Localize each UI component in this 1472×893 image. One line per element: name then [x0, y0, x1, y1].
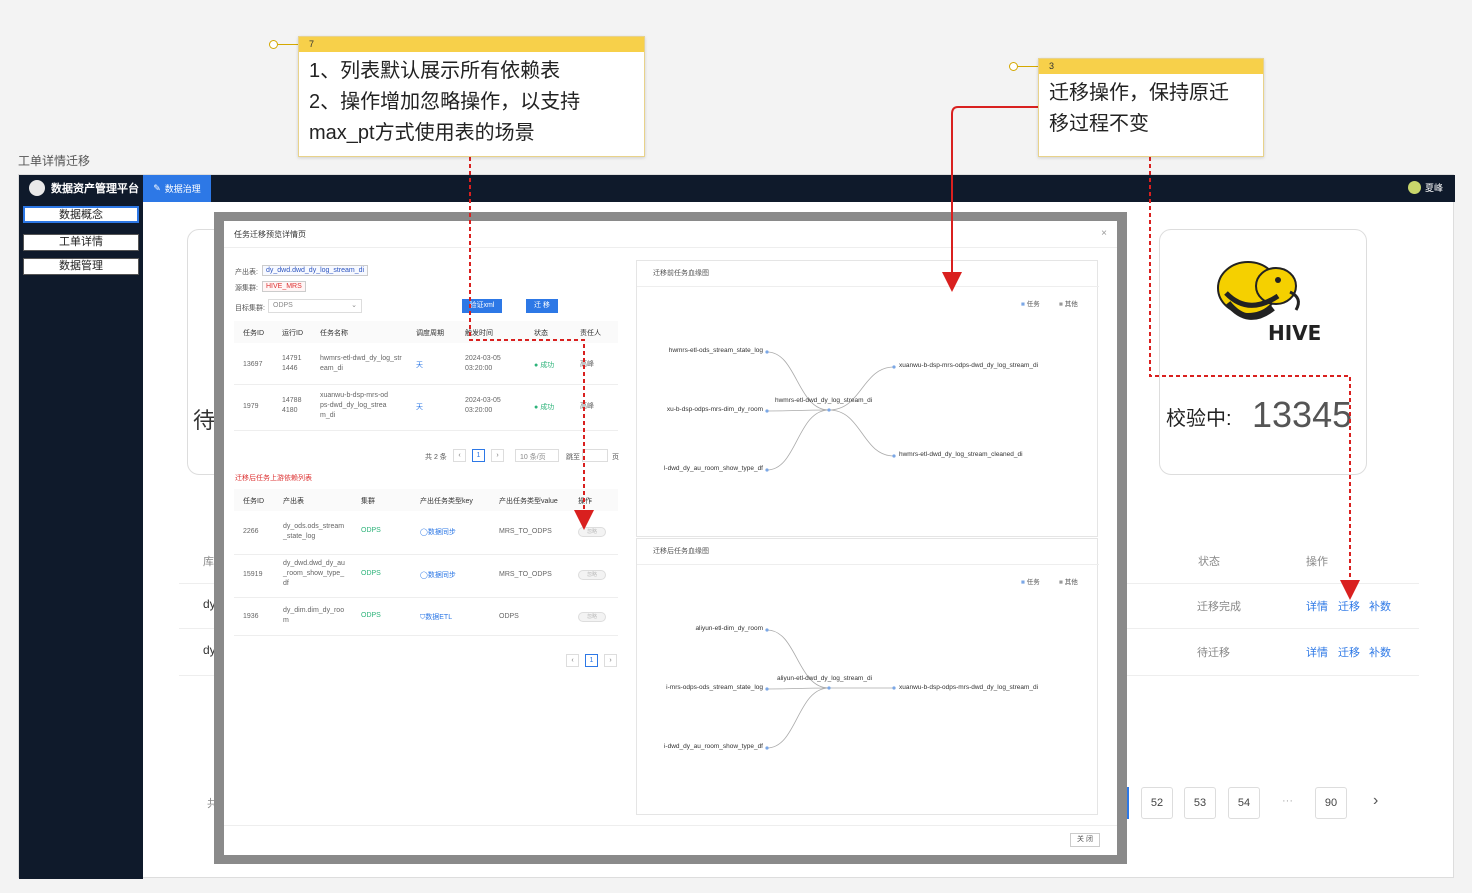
callout-line: 移过程不变: [1049, 113, 1149, 135]
pin-line: [278, 44, 298, 45]
annotation-callout-3: 3 迁移操作，保持原迁 移过程不变: [1038, 58, 1264, 157]
callout-line: max_pt方式使用表的场景: [309, 122, 535, 144]
pin-icon: [269, 40, 278, 49]
callout-body: 1、列表默认展示所有依赖表 2、操作增加忽略操作，以支持 max_pt方式使用表…: [299, 52, 644, 153]
callout-line: 迁移操作，保持原迁: [1049, 82, 1229, 104]
callout-number: 3: [1039, 59, 1263, 74]
pin-icon: [1009, 62, 1018, 71]
callout-number: 7: [299, 37, 644, 52]
callout-line: 1、列表默认展示所有依赖表: [309, 60, 561, 82]
pin-line: [1018, 66, 1038, 67]
callout-line: 2、操作增加忽略操作，以支持: [309, 91, 581, 113]
callout-body: 迁移操作，保持原迁 移过程不变: [1039, 74, 1263, 144]
annotation-callout-7: 7 1、列表默认展示所有依赖表 2、操作增加忽略操作，以支持 max_pt方式使…: [298, 36, 645, 157]
